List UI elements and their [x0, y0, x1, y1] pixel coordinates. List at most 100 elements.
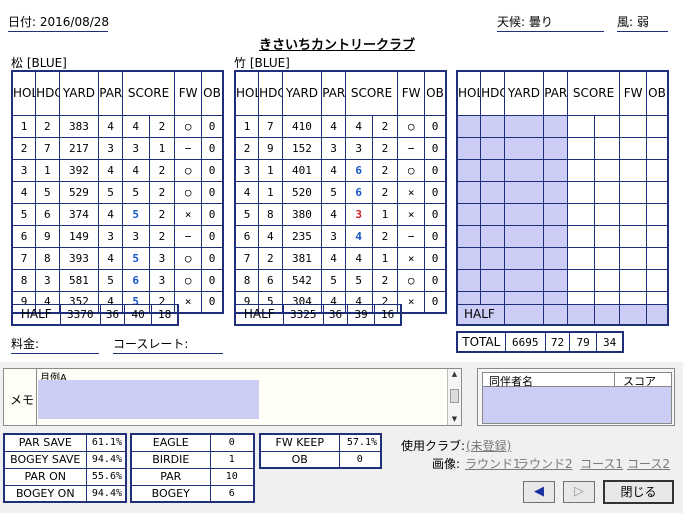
clubs-link[interactable]: (未登録) [466, 437, 511, 454]
hole-hdcp-cell: 6 [258, 268, 283, 292]
hole-row [456, 114, 669, 138]
scroll-thumb[interactable] [450, 389, 459, 403]
hole-ob-cell: 0 [424, 158, 447, 182]
memo-textarea[interactable] [38, 380, 259, 419]
hole-hole-cell: 6 [234, 224, 260, 248]
companions-list[interactable]: 同伴者名 スコア [482, 372, 672, 424]
front-nine-table: HOLE HDCP YARD PAR SCORE FW OB 12383442○… [11, 70, 224, 314]
close-button-label: 閉じる [620, 485, 657, 499]
hole-yard-cell [503, 114, 545, 138]
hole-hdcp-cell [480, 136, 505, 160]
hdcp-header: HDCP [35, 70, 60, 116]
hole-hole-cell [456, 114, 482, 138]
hole-hdcp-cell: 9 [258, 136, 283, 160]
scroll-down-icon[interactable]: ▼ [448, 414, 461, 425]
score-header: SCORE [121, 70, 176, 116]
memo-scrollbar[interactable]: ▲ ▼ [447, 369, 461, 425]
hole-hdcp-cell [480, 246, 505, 270]
hole-putts-cell: 1 [371, 246, 399, 270]
hole-hole-cell [456, 158, 482, 182]
hole-putts-cell: 2 [148, 114, 176, 138]
hole-putts-cell: 2 [148, 158, 176, 182]
hole-fw-cell: × [174, 202, 203, 226]
companions-header: 同伴者名 スコア [483, 373, 671, 388]
memo-divider [36, 369, 37, 425]
hole-score-cell: 3 [344, 202, 373, 226]
hole-fw-cell [619, 158, 648, 182]
image-round1-link[interactable]: ラウンド1 [465, 455, 521, 472]
hole-score-cell [566, 114, 595, 138]
hole-hole-cell: 6 [11, 224, 37, 248]
hole-fw-cell: × [397, 202, 426, 226]
hole-yard-cell: 374 [58, 202, 100, 226]
hole-ob-cell [646, 136, 669, 160]
hole-yard-cell [503, 268, 545, 292]
hole-row: 6 4 235 3 4 2−0 [234, 224, 447, 248]
hole-hole-cell [456, 202, 482, 226]
bogey-save-value: 94.4% [85, 450, 127, 469]
hole-hdcp-cell [480, 158, 505, 182]
scroll-up-icon[interactable]: ▲ [448, 369, 461, 380]
hole-row: 3 1 401 4 6 2 ○ 0 [234, 158, 447, 182]
hole-ob-cell: 0 [424, 268, 447, 292]
hole-putts-cell [593, 158, 621, 182]
hole-putts-cell: 1 [371, 202, 399, 226]
half-fw [619, 304, 648, 325]
hole-row: 4 5 529 5 5 2 ○ 0 [11, 180, 224, 204]
hole-hole-cell: 4 [11, 180, 37, 204]
hole-yard-cell [503, 224, 545, 248]
hole-row [456, 136, 669, 160]
hole-score-cell [566, 158, 595, 182]
hole-fw-cell: ○ [397, 268, 426, 292]
image-round2-link[interactable]: ラウンド2 [517, 455, 573, 472]
hole-fw-cell: ○ [174, 268, 203, 292]
hole-score-cell [566, 268, 595, 292]
bogey-label: BOGEY [130, 484, 211, 503]
birdie-label: BIRDIE [130, 450, 211, 469]
next-button[interactable]: ▷ [563, 481, 595, 503]
hole-score-cell [566, 224, 595, 248]
hole-row: 2 7 217 3 3 1−0 [11, 136, 224, 160]
ob-header: OB [201, 70, 224, 116]
save-on-stats: PAR SAVE 61.1% BOGEY SAVE 94.4% PAR ON 55.6… [3, 433, 127, 503]
half-par: 36 [322, 304, 348, 325]
par-header: PAR [543, 70, 568, 116]
ob-value: 0 [338, 450, 382, 469]
hole-score-cell: 4 [121, 158, 150, 182]
hole-hole-cell: 1 [11, 114, 37, 138]
memo-box: メモ 月例A ▲ ▼ [3, 368, 462, 426]
hole-yard-cell [503, 180, 545, 204]
hole-putts-cell: 3 [148, 268, 176, 292]
hole-hdcp-cell [480, 268, 505, 292]
score-header: SCORE [566, 70, 621, 116]
hole-ob-cell: 0 [201, 290, 224, 314]
hole-row: 2 9 152 3 3 2−0 [234, 136, 447, 160]
hole-yard-cell: 393 [58, 246, 100, 270]
par-on-label: PAR ON [3, 467, 87, 486]
hole-row [456, 268, 669, 292]
hole-ob-cell [646, 246, 669, 270]
image-course2-link[interactable]: コース2 [627, 455, 670, 472]
hole-score-cell [566, 202, 595, 226]
date-field: 日付: 2016/08/28 [8, 14, 109, 32]
birdie-value: 1 [209, 450, 255, 469]
image-course1-link[interactable]: コース1 [580, 455, 623, 472]
hole-fw-cell [619, 136, 648, 160]
half-score: 40 [123, 304, 153, 325]
hole-header: HOLE [11, 70, 37, 116]
hole-hole-cell: 4 [234, 180, 260, 204]
prev-button[interactable]: ◀ [523, 481, 555, 503]
close-button[interactable]: 閉じる [603, 480, 674, 504]
hole-par-cell: 5 [321, 180, 346, 204]
half-par: 36 [99, 304, 125, 325]
half-putts: 16 [374, 304, 402, 325]
hole-fw-cell [619, 202, 648, 226]
hole-hdcp-cell: 1 [35, 158, 60, 182]
hole-fw-cell: ○ [397, 158, 426, 182]
eagle-value: 0 [209, 433, 255, 452]
hole-hdcp-cell: 3 [35, 268, 60, 292]
hole-yard-cell [503, 202, 545, 226]
hole-yard-cell: 152 [281, 136, 323, 160]
hole-fw-cell: − [174, 136, 203, 160]
hole-fw-cell: − [397, 136, 426, 160]
